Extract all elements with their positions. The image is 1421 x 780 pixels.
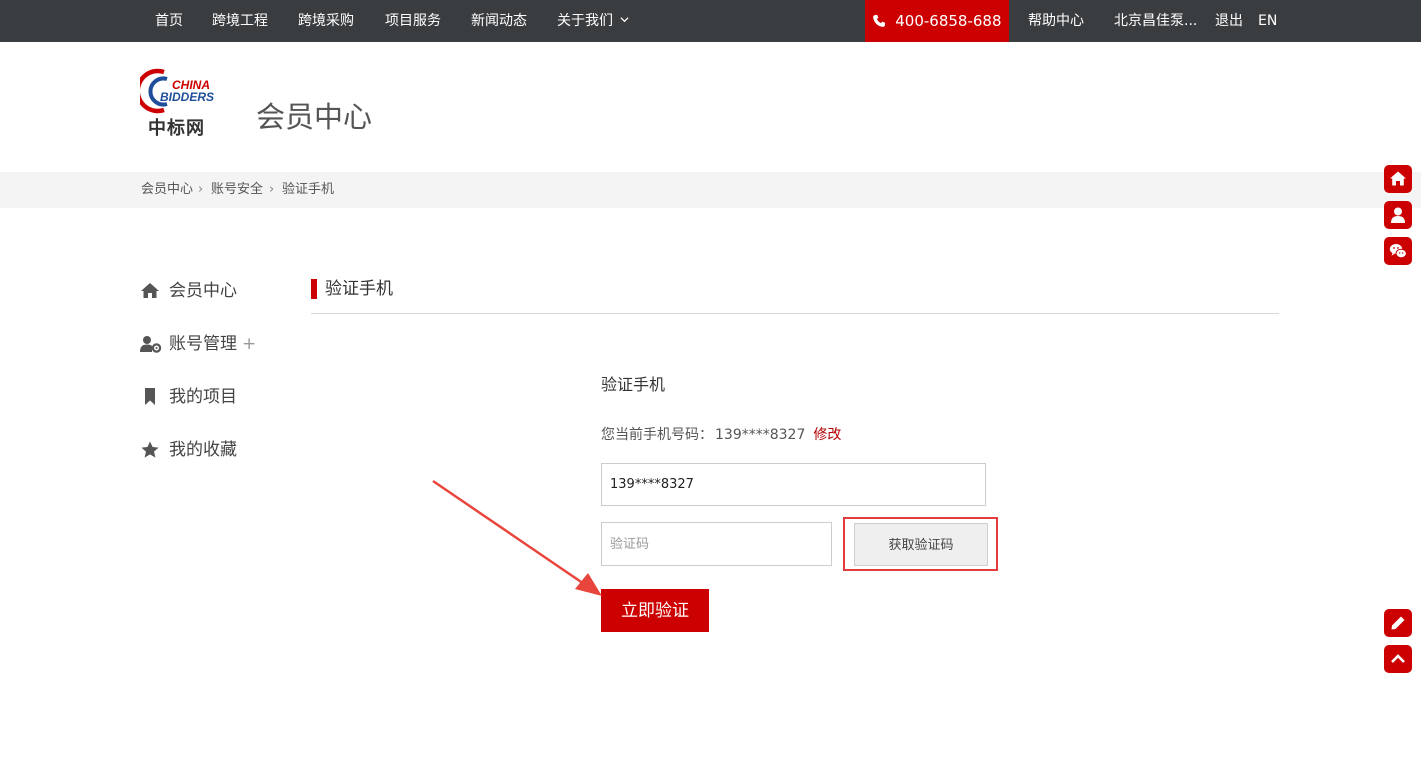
section-divider <box>311 313 1279 314</box>
float-home-button[interactable] <box>1384 165 1412 193</box>
breadcrumb-separator: › <box>198 182 204 197</box>
sidebar-item-label: 我的收藏 <box>169 440 237 460</box>
breadcrumb-separator: › <box>269 182 275 197</box>
phone-input[interactable] <box>601 463 986 506</box>
user-gear-icon <box>140 336 162 353</box>
sidebar-item-label: 账号管理 <box>169 334 237 354</box>
nav-item-about-label: 关于我们 <box>557 13 613 29</box>
annotation-arrow <box>432 479 602 596</box>
float-wechat-button[interactable] <box>1384 237 1412 265</box>
breadcrumb: 会员中心 › 账号安全 › 验证手机 <box>0 172 1421 208</box>
chevron-up-icon <box>1391 654 1405 663</box>
breadcrumb-account-security[interactable]: 账号安全 <box>211 172 263 208</box>
breadcrumb-verify-phone: 验证手机 <box>282 182 335 197</box>
current-phone-label: 您当前手机号码： <box>601 427 713 443</box>
verification-code-input[interactable] <box>601 522 832 566</box>
nav-item-home[interactable]: 首页 <box>155 0 183 42</box>
user-icon <box>1391 207 1405 223</box>
wechat-icon <box>1389 244 1407 259</box>
star-icon <box>141 441 159 458</box>
nav-company-name[interactable]: 北京昌佳泵... <box>1114 0 1197 42</box>
sidebar-item-label: 我的项目 <box>169 387 237 407</box>
home-icon <box>1390 171 1406 186</box>
nav-item-engineering[interactable]: 跨境工程 <box>212 0 268 42</box>
float-user-button[interactable] <box>1384 201 1412 229</box>
form-title: 验证手机 <box>601 375 666 394</box>
home-icon <box>141 283 159 298</box>
chevron-down-icon <box>620 17 629 23</box>
current-phone-value: 139****8327 <box>715 427 806 443</box>
logo-line-bidders: BIDDERS <box>160 90 214 104</box>
sidebar-item-label: 会员中心 <box>169 281 237 301</box>
breadcrumb-member-center[interactable]: 会员中心 <box>141 172 193 208</box>
verify-now-button[interactable]: 立即验证 <box>601 589 709 632</box>
top-nav: 首页 跨境工程 跨境采购 项目服务 新闻动态 关于我们 400-6858-688… <box>0 0 1421 42</box>
phone-hotline[interactable]: 400-6858-688 <box>865 0 1009 42</box>
phone-number: 400-6858-688 <box>895 12 1002 30</box>
nav-logout[interactable]: 退出 <box>1215 0 1243 42</box>
nav-item-services[interactable]: 项目服务 <box>385 0 441 42</box>
nav-help-center[interactable]: 帮助中心 <box>1028 0 1084 42</box>
current-phone-row: 您当前手机号码： 139****8327 修改 <box>601 425 841 445</box>
section-accent-bar <box>311 279 317 299</box>
nav-item-news[interactable]: 新闻动态 <box>471 0 527 42</box>
bookmark-icon <box>145 388 155 405</box>
section-title: 验证手机 <box>325 279 393 299</box>
nav-item-procurement[interactable]: 跨境采购 <box>298 0 354 42</box>
page-title: 会员中心 <box>256 100 373 134</box>
logo-text: 中标网 <box>148 118 205 139</box>
get-code-button[interactable]: 获取验证码 <box>854 523 988 566</box>
float-edit-button[interactable] <box>1384 609 1412 637</box>
expand-icon: + <box>242 334 257 354</box>
edit-phone-link[interactable]: 修改 <box>813 427 841 443</box>
float-back-to-top-button[interactable] <box>1384 645 1412 673</box>
nav-item-about[interactable]: 关于我们 <box>557 0 629 42</box>
edit-icon <box>1391 616 1405 630</box>
nav-lang-en[interactable]: EN <box>1258 0 1277 42</box>
phone-icon <box>873 14 886 27</box>
